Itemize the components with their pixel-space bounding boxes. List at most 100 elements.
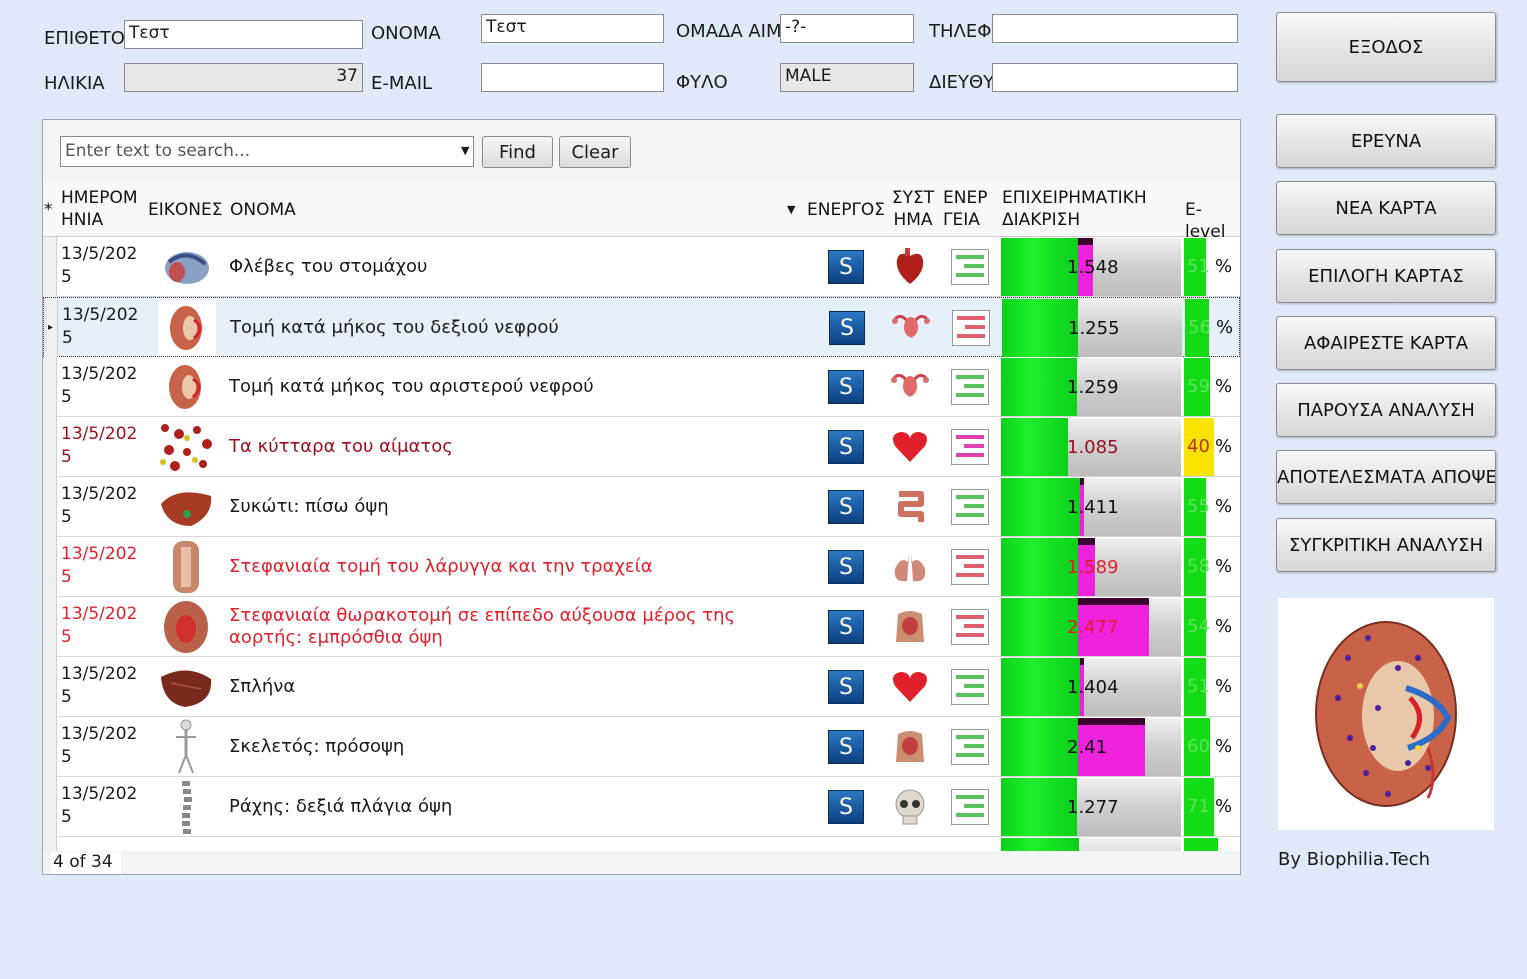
table-row[interactable]: 13/5/2025 Στεφανιαία θωρακοτομή σε επίπεδ… [43,597,1240,657]
business-value: 1.411 [1067,497,1119,518]
energy-chart-icon[interactable] [951,249,989,285]
heart-icon [890,667,930,707]
kidney-icon[interactable] [158,300,216,356]
elevel-percent: % [1215,256,1233,277]
elevel-value: 58 [1187,556,1210,577]
active-s-button[interactable]: S [828,250,864,284]
age-field[interactable]: 37 [124,63,363,92]
column-header-business[interactable]: ΕΠΙΧΕΙΡΗΜΑΤΙΚΗ ΔΙΑΚΡΙΣΗ [1002,187,1180,235]
table-row[interactable]: 13/5/2025 Φλέβες του στομάχου S 1.548 51% [43,237,1240,297]
row-indicator[interactable] [43,477,57,537]
stomach-veins-icon[interactable] [157,239,215,295]
row-indicator[interactable] [43,237,57,297]
energy-chart-icon[interactable] [951,789,989,825]
remove-card-button[interactable]: ΑΦΑΙΡΕΣΤΕ ΚΑΡΤΑ [1276,316,1496,370]
sort-dropdown-icon[interactable]: ▼ [787,203,795,216]
new-card-button[interactable]: ΝΕΑ ΚΑΡΤΑ [1276,181,1496,235]
table-row[interactable]: 13/5/2025 Σκελετός: πρόσοψη S 2.41 60% [43,717,1240,777]
row-indicator[interactable] [43,657,57,717]
active-s-button[interactable]: S [828,370,864,404]
address-field[interactable] [992,63,1238,92]
column-header-active[interactable]: ΕΝΕΡΓΟΣ [807,199,887,221]
energy-chart-icon[interactable] [952,310,990,346]
search-input[interactable]: Enter text to search... [60,136,474,167]
uterus-icon [890,367,930,407]
business-bar: 1.255 [1002,299,1182,357]
header-marker: * [44,200,53,220]
skeleton-icon[interactable] [157,719,215,775]
row-indicator[interactable]: ▸ [44,298,58,358]
table-row[interactable]: 13/5/2025 Ράχης: δεξιά πλάγια όψη S 1.277 71… [43,777,1240,837]
row-indicator[interactable] [43,597,57,657]
select-card-button[interactable]: ΕΠΙΛΟΓΗ ΚΑΡΤΑΣ [1276,249,1496,303]
energy-chart-icon[interactable] [951,369,989,405]
row-indicator[interactable] [43,357,57,417]
row-indicator[interactable] [43,417,57,477]
table-row[interactable]: 13/5/2025 Συκώτι: πίσω όψη S 1.411 55% [43,477,1240,537]
table-row[interactable]: 13/5/2025 Τομή κατά μήκος του αριστερού ν… [43,357,1240,417]
column-header-date[interactable]: ΗΜΕΡΟΜΗΝΙΑ [61,187,141,235]
larynx-icon[interactable] [157,539,215,595]
table-row[interactable]: ▸ 13/5/2025 Τομή κατά μήκος του δεξιού νεφ… [43,297,1240,358]
active-s-button[interactable]: S [828,550,864,584]
elevel-value: 60 [1187,736,1210,757]
business-bar: 1.259 [1001,358,1181,416]
energy-chart-icon[interactable] [951,609,989,645]
comparative-analysis-button[interactable]: ΣΥΓΚΡΙΤΙΚΗ ΑΝΑΛΥΣΗ [1276,518,1496,572]
row-name: Τα κύτταρα του αίματος [229,436,453,457]
active-s-button[interactable]: S [828,610,864,644]
clear-button[interactable]: Clear [559,136,631,168]
column-header-name[interactable]: ΟΝΟΜΑ [230,199,530,221]
column-header-images[interactable]: ΕΙΚΟΝΕΣ [148,199,226,221]
torso-icon [890,607,930,647]
research-button[interactable]: ΕΡΕΥΝΑ [1276,114,1496,168]
active-s-button[interactable]: S [829,311,865,345]
search-dropdown-icon[interactable]: ▼ [461,144,469,157]
row-date: 13/5/2025 [61,604,138,647]
phone-label: ΤΗΛΕΦ [929,21,992,42]
table-row[interactable]: 13/5/2025 Στεφανιαία τομή του λάρυγγα και… [43,537,1240,597]
row-name: Τομή κατά μήκος του δεξιού νεφρού [230,317,559,338]
energy-chart-icon[interactable] [951,729,989,765]
torso-icon [890,727,930,767]
elevel-value: 55 [1187,496,1210,517]
column-header-system[interactable]: ΣΥΣΤΗΜΑ [891,187,935,235]
elevel-value: 51 [1187,256,1210,277]
energy-chart-icon[interactable] [951,429,989,465]
energy-chart-icon[interactable] [951,669,989,705]
results-button[interactable]: ΑΠΟΤΕΛΕΣΜΑΤΑ ΑΠΟΨΕΩΝ [1276,450,1496,504]
kidney-icon[interactable] [157,359,215,415]
active-s-button[interactable]: S [828,430,864,464]
active-s-button[interactable]: S [828,730,864,764]
exit-button[interactable]: ΕΞΟΔΟΣ [1276,12,1496,82]
find-button[interactable]: Find [482,136,553,168]
table-row[interactable]: 13/5/2025 Σπλήνα S 1.404 51% [43,657,1240,717]
name-field[interactable]: Τεστ [481,14,664,43]
blood-group-label: ΟΜΑΔΑ ΑΙΜ [676,21,780,42]
energy-chart-icon[interactable] [951,489,989,525]
blood-cells-icon[interactable] [157,419,215,475]
spine-icon[interactable] [157,779,215,835]
table-row[interactable]: 13/5/2025 Τα κύτταρα του αίματος S 1.085 40% [43,417,1240,477]
blood-group-field[interactable]: -?- [780,14,914,43]
spleen-icon[interactable] [157,659,215,715]
sex-field[interactable]: MALE [780,63,914,92]
liver-icon[interactable] [157,479,215,535]
current-analysis-button[interactable]: ΠΑΡΟΥΣΑ ΑΝΑΛΥΣΗ [1276,383,1496,437]
phone-field[interactable] [992,14,1238,43]
surname-field[interactable]: Τεστ [124,20,363,49]
business-bar-green [1002,299,1078,357]
active-s-button[interactable]: S [828,670,864,704]
email-field[interactable] [481,63,664,92]
energy-chart-icon[interactable] [951,549,989,585]
row-name: Σπλήνα [229,676,296,697]
row-name: Τομή κατά μήκος του αριστερού νεφρού [229,376,594,397]
row-indicator[interactable] [43,537,57,597]
kidney-preview-image [1278,598,1494,830]
active-s-button[interactable]: S [828,490,864,524]
column-header-energy[interactable]: ΕΝΕΡΓΕΙΑ [943,187,995,235]
active-s-button[interactable]: S [828,790,864,824]
thorax-icon[interactable] [157,599,215,655]
row-indicator[interactable] [43,717,57,777]
row-indicator[interactable] [43,777,57,837]
